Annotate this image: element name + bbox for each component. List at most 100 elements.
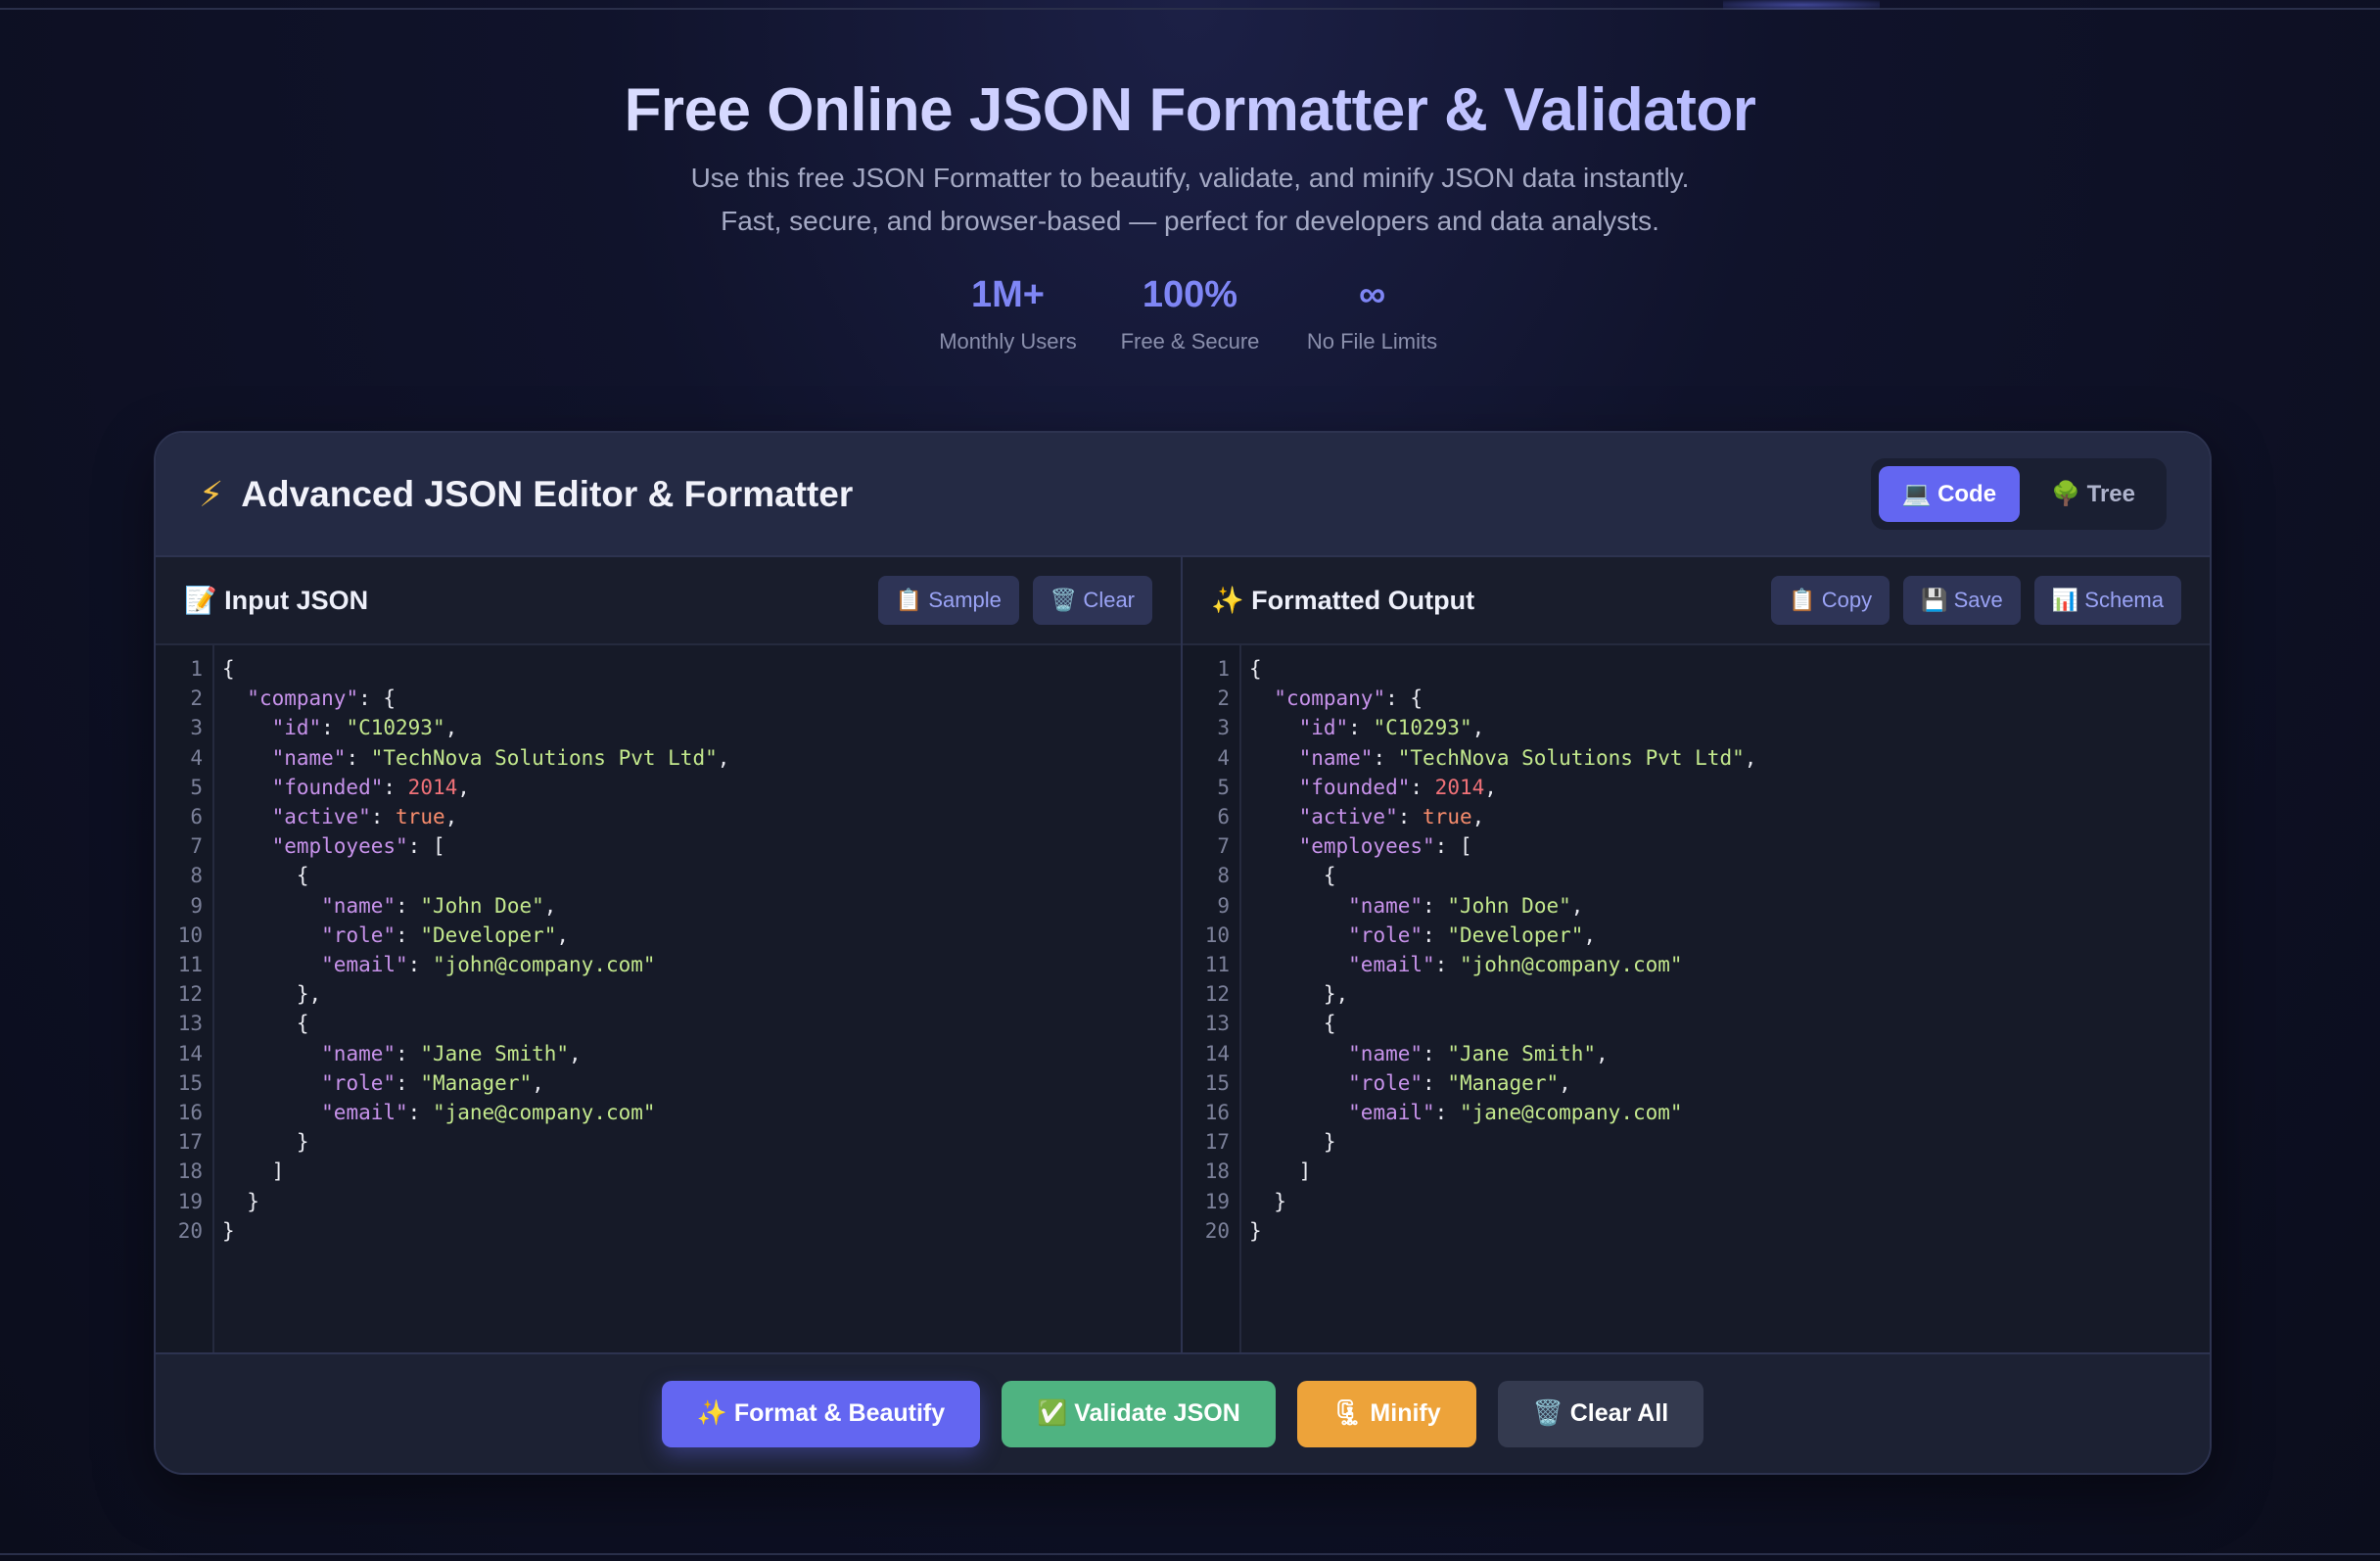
code-token: "name": [271, 745, 347, 770]
line-number-gutter: 1 2 3 4 5 6 7 8 9 10 11 12 13 14 15 16 17 18 19 20: [1183, 645, 1241, 1352]
code-token: ,: [1744, 745, 1757, 770]
stat-no-file-limits: ∞ No File Limits: [1303, 270, 1442, 355]
view-toggle: 💻 Code 🌳 Tree: [1870, 458, 2167, 530]
code-token: ,: [1484, 775, 1497, 799]
code-token: "Jane Smith": [420, 1041, 570, 1065]
line-number: 18: [1204, 1159, 1230, 1184]
code-token: },: [1249, 982, 1349, 1007]
output-code-area[interactable]: { "company": { "id": "C10293", "name": "…: [1241, 645, 2210, 1352]
action-bar: ✨ Format & Beautify ✅ Validate JSON 🗜 Mi…: [156, 1352, 2210, 1473]
code-line: "role": "Manager",: [1249, 1068, 2210, 1098]
code-token: "company": [247, 686, 359, 711]
code-line: "email": "jane@company.com": [222, 1098, 1181, 1127]
code-token: ,: [1570, 893, 1584, 918]
input-panel-header: 📝 Input JSON 📋 Sample 🗑️ Clear: [156, 557, 1181, 645]
code-token: ,: [1471, 805, 1485, 829]
code-token: "john@company.com": [1459, 953, 1683, 977]
code-token: :: [1423, 922, 1448, 947]
code-token: :: [1434, 1101, 1460, 1125]
code-token: "Manager": [1447, 1070, 1560, 1095]
code-token: "Jane Smith": [1447, 1041, 1597, 1065]
clear-all-button[interactable]: 🗑️ Clear All: [1497, 1380, 1704, 1447]
code-line: "email": "john@company.com": [222, 950, 1181, 979]
subtitle-line-2: Fast, secure, and browser-based — perfec…: [721, 206, 1659, 236]
line-number: 12: [1204, 982, 1230, 1007]
code-line: "name": "Jane Smith",: [1249, 1039, 2210, 1068]
code-token: :: [407, 953, 433, 977]
code-line: "active": true,: [1249, 802, 2210, 831]
line-number: 15: [177, 1070, 203, 1095]
code-line: },: [222, 979, 1181, 1009]
stat-value: 100%: [1142, 274, 1238, 315]
code-token: {: [1249, 1012, 1336, 1036]
tree-view-button[interactable]: 🌳 Tree: [2028, 466, 2159, 522]
code-token: ,: [444, 716, 458, 740]
line-number: 10: [177, 922, 203, 947]
code-token: "active": [271, 805, 371, 829]
editor-title: ⚡ Advanced JSON Editor & Formatter: [199, 474, 853, 515]
code-line: }: [222, 1127, 1181, 1157]
code-token: ,: [1471, 716, 1485, 740]
page-subtitle: Use this free JSON Formatter to beautify…: [0, 157, 2380, 243]
save-button[interactable]: 💾 Save: [1903, 576, 2021, 625]
code-line: "employees": [: [1249, 831, 2210, 861]
line-number: 4: [1217, 745, 1230, 770]
input-code-area[interactable]: { "company": { "id": "C10293", "name": "…: [214, 645, 1181, 1352]
input-editor[interactable]: 1 2 3 4 5 6 7 8 9 10 11 12 13 14 15 16 17 18 19 20 { "compa…: [156, 645, 1181, 1352]
output-editor[interactable]: 1 2 3 4 5 6 7 8 9 10 11 12 13 14 15 16 17 18 19 20 { "compa…: [1183, 645, 2210, 1352]
schema-button[interactable]: 📊 Schema: [2033, 576, 2181, 625]
code-token: ,: [457, 775, 470, 799]
code-view-button[interactable]: 💻 Code: [1878, 466, 2021, 522]
code-token: "name": [1348, 1041, 1423, 1065]
stat-label: Free & Secure: [1120, 329, 1260, 354]
sample-button[interactable]: 📋 Sample: [877, 576, 1019, 625]
code-token: true: [396, 805, 445, 829]
line-number: 2: [190, 686, 203, 711]
page-title: Free Online JSON Formatter & Validator: [0, 69, 2380, 153]
output-toolbar: 📋 Copy 💾 Save 📊 Schema: [1771, 576, 2181, 625]
stat-label: Monthly Users: [939, 329, 1077, 354]
code-line: {: [222, 1009, 1181, 1038]
clear-input-button[interactable]: 🗑️ Clear: [1032, 576, 1152, 625]
minify-button[interactable]: 🗜 Minify: [1296, 1380, 1476, 1447]
code-line: "name": "TechNova Solutions Pvt Ltd",: [222, 743, 1181, 773]
code-line: }: [222, 1216, 1181, 1246]
code-token: },: [222, 982, 322, 1007]
code-token: ]: [1249, 1159, 1312, 1184]
code-token: :: [1410, 775, 1435, 799]
line-number: 19: [1204, 1189, 1230, 1213]
code-token: 2014: [407, 775, 458, 799]
code-token: "employees": [271, 834, 408, 859]
line-number-gutter: 1 2 3 4 5 6 7 8 9 10 11 12 13 14 15 16 17 18 19 20: [156, 645, 214, 1352]
code-line: ]: [1249, 1157, 2210, 1186]
code-token: "founded": [271, 775, 384, 799]
copy-button[interactable]: 📋 Copy: [1771, 576, 1890, 625]
code-line: "name": "John Doe",: [1249, 891, 2210, 921]
line-number: 6: [1217, 805, 1230, 829]
code-token: ,: [1596, 1041, 1609, 1065]
format-beautify-button[interactable]: ✨ Format & Beautify: [661, 1380, 981, 1447]
top-border: [0, 0, 2380, 10]
line-number: 15: [1204, 1070, 1230, 1095]
line-number: 3: [1217, 716, 1230, 740]
code-line: }: [222, 1187, 1181, 1216]
validate-json-button[interactable]: ✅ Validate JSON: [1002, 1380, 1276, 1447]
code-token: "company": [1274, 686, 1386, 711]
code-token: :: [321, 716, 347, 740]
stat-monthly-users: 1M+ Monthly Users: [939, 270, 1078, 355]
code-line: "email": "john@company.com": [1249, 950, 2210, 979]
line-number: 6: [190, 805, 203, 829]
lightning-icon: ⚡: [199, 473, 224, 514]
input-panel: 📝 Input JSON 📋 Sample 🗑️ Clear 123456789…: [156, 557, 1183, 1352]
code-line: }: [1249, 1216, 2210, 1246]
code-token: "id": [1298, 716, 1349, 740]
